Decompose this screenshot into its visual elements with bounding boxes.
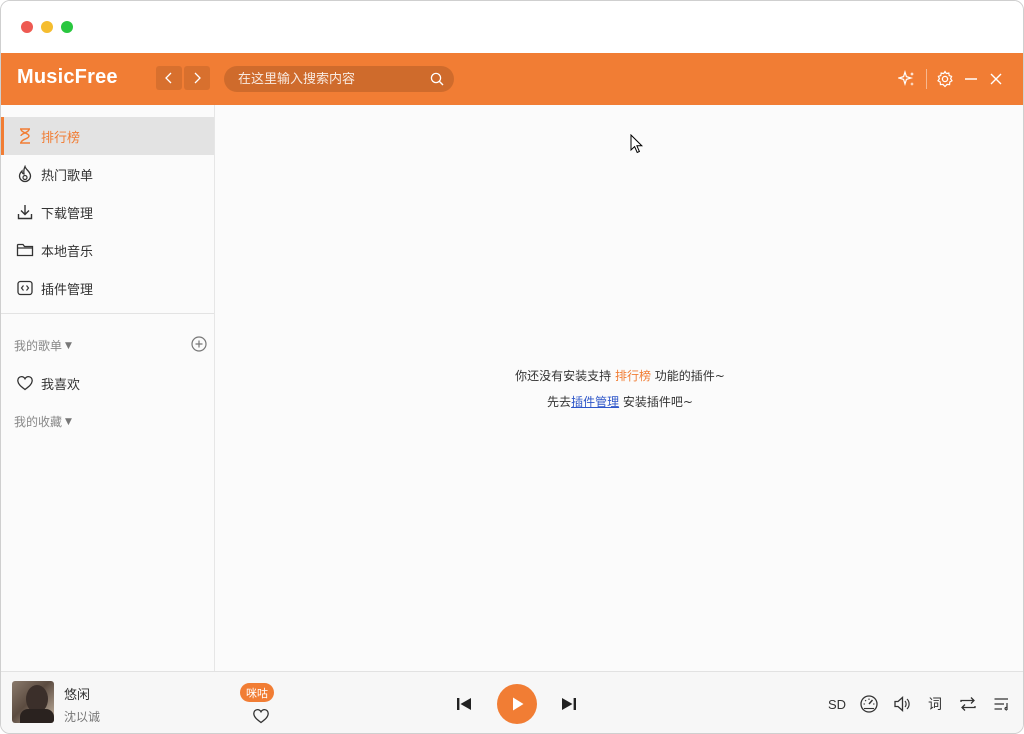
my-playlists-title: 我的歌单 (14, 339, 63, 353)
app-header: MusicFree (1, 53, 1023, 105)
sidebar-item-hot-playlists[interactable]: 热门歌单 (1, 155, 214, 193)
sidebar-item-plugins[interactable]: 插件管理 (1, 269, 214, 307)
search-icon[interactable] (430, 72, 444, 86)
volume-button[interactable] (891, 693, 913, 715)
sparkle-icon[interactable] (897, 69, 917, 89)
title-bar (1, 1, 1023, 53)
my-collection-title: 我的收藏 (14, 415, 63, 429)
repeat-icon (960, 697, 976, 711)
sidebar-item-downloads[interactable]: 下载管理 (1, 193, 214, 231)
gear-icon[interactable] (935, 69, 955, 89)
folder-icon (15, 240, 35, 260)
minimize-window-button[interactable] (41, 21, 53, 33)
sidebar-item-ranking[interactable]: 排行榜 (1, 117, 214, 155)
add-playlist-button[interactable] (190, 335, 208, 353)
play-button[interactable] (497, 684, 537, 724)
empty-state-hint: 先去插件管理 安装插件吧~ (215, 393, 1023, 410)
close-icon[interactable] (986, 69, 1006, 89)
volume-icon (894, 696, 910, 712)
close-window-button[interactable] (21, 21, 33, 33)
caret-down-icon: ▼ (65, 340, 72, 351)
favorite-button[interactable] (252, 707, 270, 725)
previous-button[interactable] (453, 693, 475, 715)
chevron-right-icon (194, 72, 201, 84)
speedometer-icon (860, 695, 878, 713)
skip-next-icon (562, 698, 576, 710)
sidebar-item-label: 本地音乐 (41, 244, 94, 260)
song-title[interactable]: 悠闲 (64, 684, 90, 703)
empty-message-suffix: 功能的插件~ (650, 369, 725, 383)
lyrics-button[interactable]: 词 (925, 693, 945, 715)
download-icon (15, 202, 35, 222)
plugin-management-link[interactable]: 插件管理 (571, 395, 619, 409)
maximize-window-button[interactable] (61, 21, 73, 33)
skip-previous-icon (457, 698, 471, 710)
playlist-button[interactable] (991, 693, 1013, 715)
mouse-cursor-icon (630, 134, 644, 154)
empty-message-prefix: 你还没有安装支持 (515, 369, 615, 383)
next-button[interactable] (558, 693, 580, 715)
sidebar-divider (1, 313, 214, 314)
header-separator (926, 69, 927, 89)
sidebar-item-local-music[interactable]: 本地音乐 (1, 231, 214, 269)
chevron-left-icon (165, 72, 172, 84)
plus-circle-icon (191, 336, 207, 352)
album-cover[interactable] (12, 681, 54, 723)
fire-icon (15, 164, 35, 184)
quality-toggle[interactable]: SD (826, 693, 848, 715)
sidebar-item-label: 排行榜 (41, 130, 81, 146)
forward-button[interactable] (184, 66, 210, 90)
search-box[interactable] (224, 66, 454, 92)
speed-button[interactable] (858, 693, 880, 715)
sidebar-item-label: 下载管理 (41, 206, 94, 222)
main-content: 你还没有安装支持 排行榜 功能的插件~ 先去插件管理 安装插件吧~ (215, 105, 1023, 671)
sidebar-item-label: 插件管理 (41, 282, 94, 298)
hint-suffix: 安装插件吧~ (619, 395, 693, 409)
queue-list-icon (994, 698, 1008, 711)
sidebar: 排行榜 热门歌单 下载管理 本地音乐 插件管理 我的歌单 ▼ 我喜欢 我的收藏 … (1, 105, 215, 671)
song-artist: 沈以诚 (64, 710, 101, 724)
player-bar: 悠闲 沈以诚 咪咕 SD 词 (1, 671, 1023, 733)
caret-down-icon: ▼ (65, 416, 72, 427)
repeat-mode-button[interactable] (957, 693, 979, 715)
my-collection-toggle[interactable]: 我的收藏 ▼ (14, 413, 72, 430)
plugin-icon (15, 278, 35, 298)
source-badge: 咪咕 (240, 683, 274, 702)
my-playlists-toggle[interactable]: 我的歌单 ▼ (14, 337, 72, 354)
search-input[interactable] (238, 71, 430, 87)
hint-prefix: 先去 (547, 395, 572, 409)
heart-icon (253, 708, 269, 724)
app-window: MusicFree 排行榜 (0, 0, 1024, 734)
minimize-icon[interactable] (961, 69, 981, 89)
sidebar-item-favorites[interactable]: 我喜欢 (1, 364, 214, 402)
app-logo: MusicFree (17, 66, 118, 88)
heart-icon (15, 373, 35, 393)
empty-state-message: 你还没有安装支持 排行榜 功能的插件~ (215, 367, 1023, 384)
back-button[interactable] (156, 66, 182, 90)
sidebar-item-label: 我喜欢 (41, 377, 81, 393)
play-icon (513, 697, 524, 711)
sidebar-item-label: 热门歌单 (41, 168, 94, 184)
empty-message-highlight: 排行榜 (614, 369, 651, 383)
hourglass-icon (15, 126, 35, 146)
